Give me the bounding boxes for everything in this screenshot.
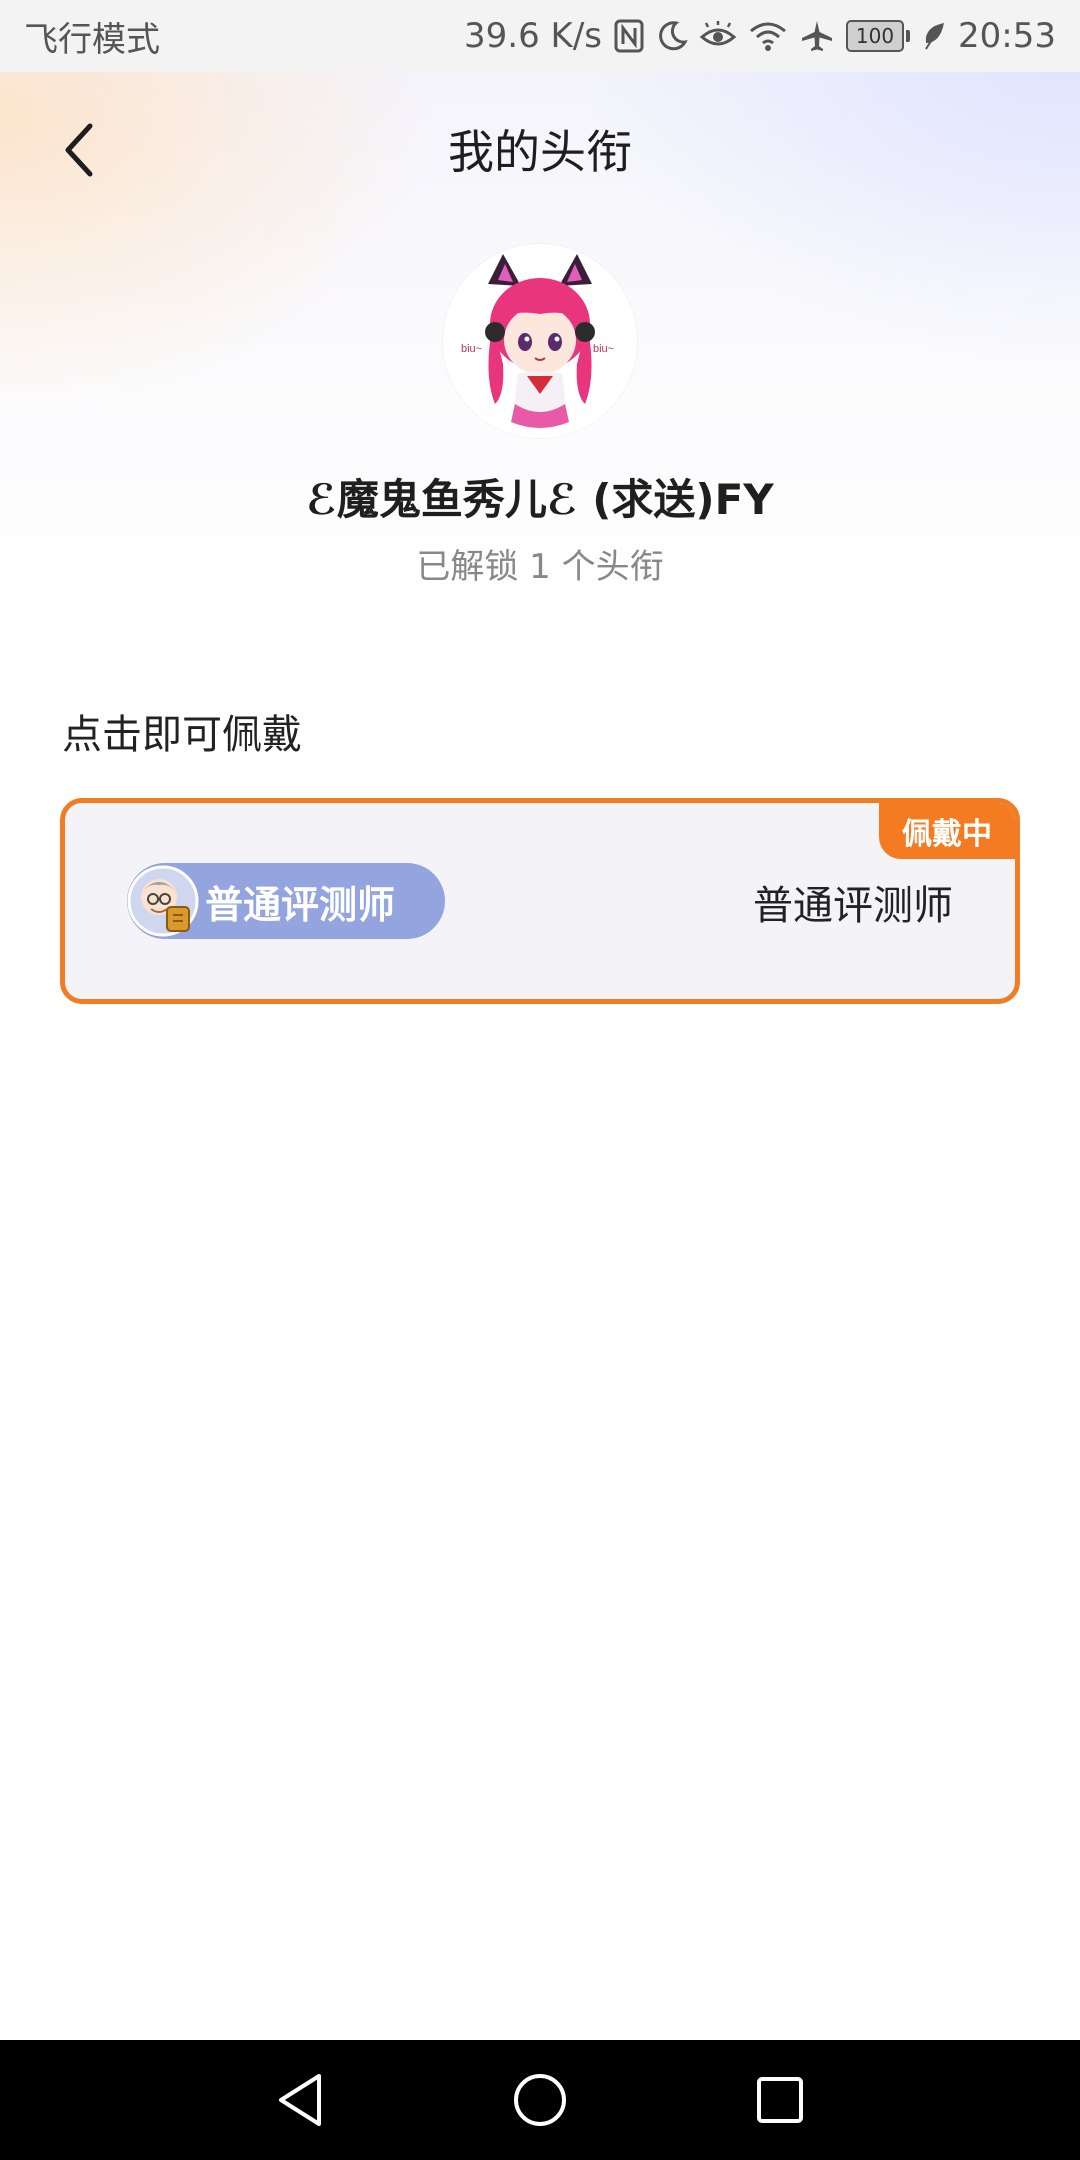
svg-text:biu~: biu~ [461,343,482,355]
username: ℰ魔鬼鱼秀儿ℰ (求送)FY [306,475,774,524]
back-triangle-icon [279,2074,321,2126]
wearing-badge: 佩戴中 [879,803,1015,859]
recents-square-icon [757,2077,803,2123]
system-home-button[interactable] [505,2065,575,2135]
network-speed: 39.6 K/s [464,16,603,56]
wifi-icon [748,20,788,52]
title-name: 普通评测师 [753,883,953,929]
status-mode-text: 飞行模式 [24,19,160,60]
profile-section: biu~ biu~ ℰ魔鬼鱼秀儿ℰ (求送)FY 已解锁 1 个头衔 [0,244,1080,588]
nfc-icon [614,19,644,53]
airplane-icon [800,19,834,53]
system-back-button[interactable] [265,2065,335,2135]
status-time: 20:53 [958,16,1056,56]
moon-icon [656,20,688,52]
status-right-group: 39.6 K/s 100 20:53 [464,16,1056,56]
leaf-icon [922,21,946,51]
title-card[interactable]: 佩戴中 普通评测师 普通评测师 [60,798,1020,1004]
battery-level: 100 [846,20,905,52]
page-title: 我的头衔 [448,125,632,179]
title-tag-label: 普通评测师 [205,882,396,927]
eye-icon [700,21,737,51]
reviewer-avatar-icon [127,865,199,937]
system-navigation-bar [0,2040,1080,2160]
title-tag: 普通评测师 [127,863,445,939]
svg-text:biu~: biu~ [593,343,614,355]
battery-icon: 100 [846,20,911,52]
unlock-count: 已解锁 1 个头衔 [416,547,664,587]
anime-girl-avatar-image: biu~ biu~ [443,244,637,438]
section-label: 点击即可佩戴 [62,712,302,758]
top-nav-bar: 我的头衔 [0,72,1080,228]
home-circle-icon [514,2074,566,2126]
status-bar: 飞行模式 39.6 K/s 100 20:53 [0,0,1080,72]
avatar[interactable]: biu~ biu~ [443,244,637,438]
system-recents-button[interactable] [745,2065,815,2135]
